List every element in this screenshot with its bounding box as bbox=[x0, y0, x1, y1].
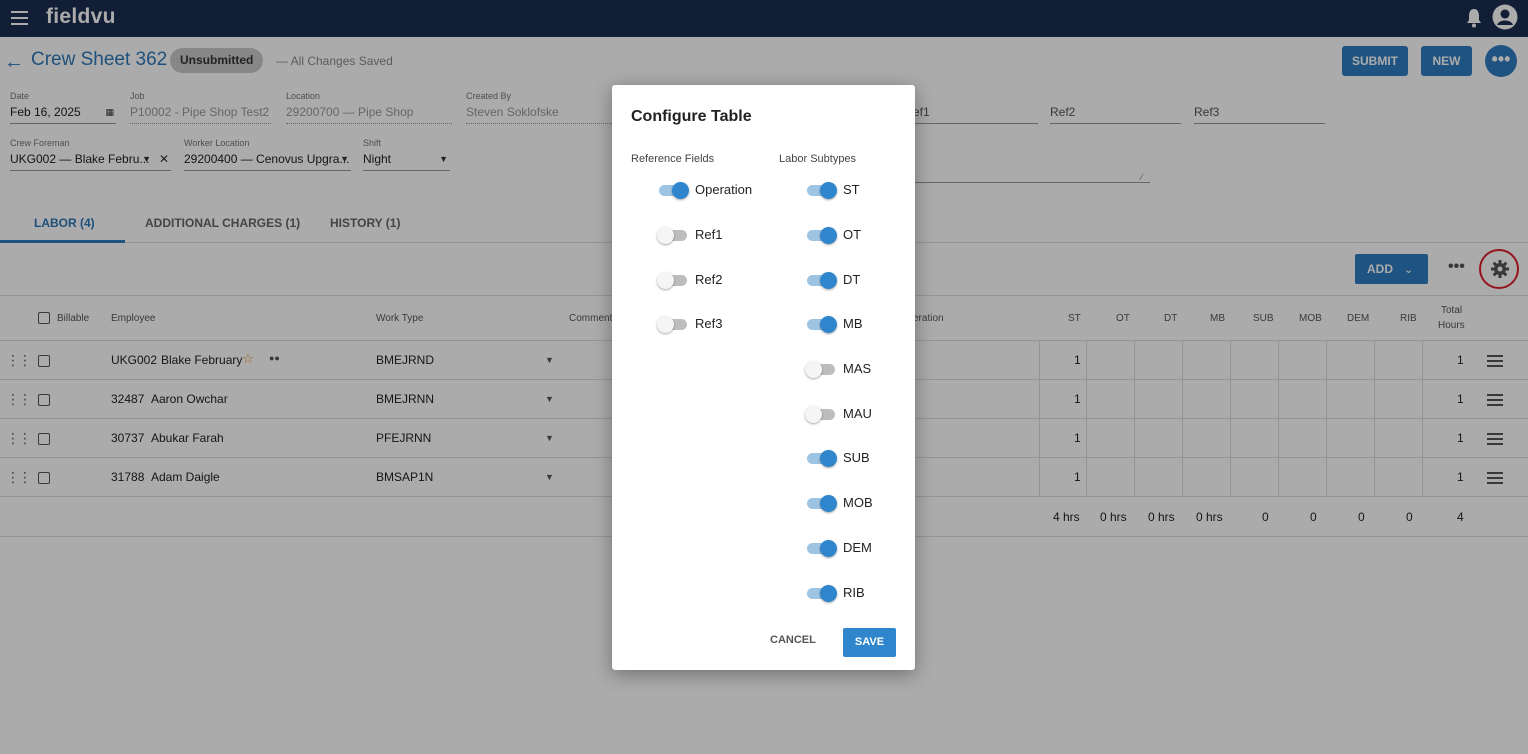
mb-toggle[interactable] bbox=[807, 316, 837, 333]
mas-toggle[interactable] bbox=[805, 361, 837, 378]
mob-toggle[interactable] bbox=[807, 495, 837, 512]
ref1-toggle-label: Ref1 bbox=[695, 227, 723, 242]
save-button[interactable]: SAVE bbox=[843, 628, 896, 657]
dialog-title: Configure Table bbox=[631, 108, 752, 125]
dem-toggle-label: DEM bbox=[843, 540, 872, 555]
sub-toggle-label: SUB bbox=[843, 450, 870, 465]
mb-toggle-label: MB bbox=[843, 316, 863, 331]
mau-toggle[interactable] bbox=[805, 406, 837, 423]
operation-toggle[interactable] bbox=[659, 182, 689, 199]
rib-toggle[interactable] bbox=[807, 585, 837, 602]
dt-toggle-label: DT bbox=[843, 272, 861, 287]
ref1-toggle[interactable] bbox=[657, 227, 689, 244]
operation-toggle-label: Operation bbox=[695, 182, 753, 197]
ref2-toggle[interactable] bbox=[657, 272, 689, 289]
configure-table-dialog: Configure Table Reference Fields Labor S… bbox=[612, 85, 915, 670]
mau-toggle-label: MAU bbox=[843, 406, 872, 421]
st-toggle-label: ST bbox=[843, 182, 860, 197]
dt-toggle[interactable] bbox=[807, 272, 837, 289]
st-toggle[interactable] bbox=[807, 182, 837, 199]
mas-toggle-label: MAS bbox=[843, 361, 872, 376]
sub-toggle[interactable] bbox=[807, 450, 837, 467]
ot-toggle[interactable] bbox=[807, 227, 837, 244]
ref3-toggle[interactable] bbox=[657, 316, 689, 333]
cancel-button[interactable]: CANCEL bbox=[770, 634, 816, 646]
ref2-toggle-label: Ref2 bbox=[695, 272, 723, 287]
rib-toggle-label: RIB bbox=[843, 585, 865, 600]
ref3-toggle-label: Ref3 bbox=[695, 316, 723, 331]
mob-toggle-label: MOB bbox=[843, 495, 873, 510]
dem-toggle[interactable] bbox=[807, 540, 837, 557]
reference-fields-heading: Reference Fields bbox=[631, 153, 715, 165]
ot-toggle-label: OT bbox=[843, 227, 862, 242]
labor-subtypes-heading: Labor Subtypes bbox=[779, 153, 857, 165]
